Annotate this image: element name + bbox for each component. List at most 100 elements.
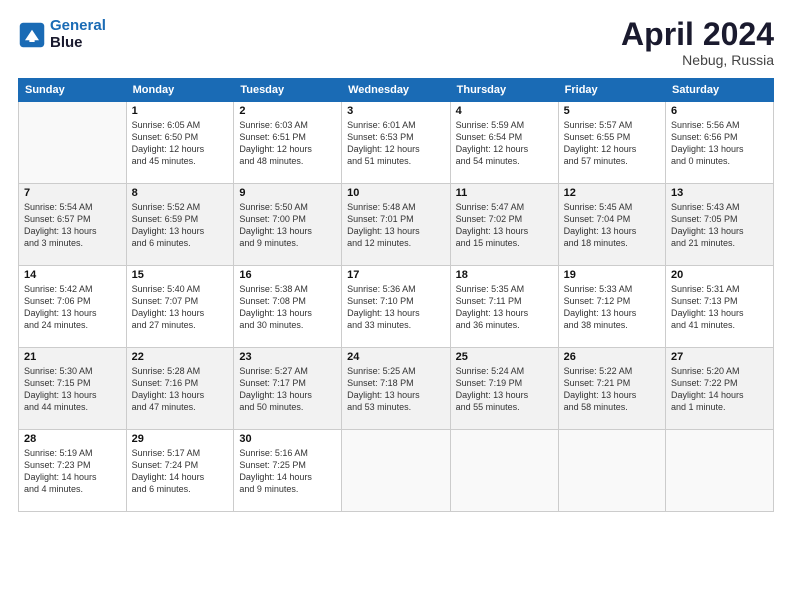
calendar-cell: 5 Sunrise: 5:57 AM Sunset: 6:55 PM Daylig… — [558, 102, 665, 184]
calendar-cell: 1Sunrise: 6:05 AM Sunset: 6:50 PM Daylig… — [126, 102, 234, 184]
weekday-header: Thursday — [450, 79, 558, 102]
day-info: Sunrise: 5:48 AM Sunset: 7:01 PM Dayligh… — [347, 201, 445, 250]
day-number: 16 — [239, 269, 336, 281]
day-number: 28 — [24, 433, 121, 445]
calendar-cell: 21 Sunrise: 5:30 AM Sunset: 7:15 PM Dayli… — [19, 348, 127, 430]
calendar-cell: 20Sunrise: 5:31 AM Sunset: 7:13 PM Dayli… — [666, 266, 774, 348]
logo-text: General Blue — [50, 18, 106, 51]
day-number: 27 — [671, 351, 768, 363]
day-number: 14 — [24, 269, 121, 281]
day-number: 25 — [456, 351, 553, 363]
day-info: Sunrise: 5:56 AM Sunset: 6:56 PM Dayligh… — [671, 119, 768, 168]
day-number: 2 — [239, 105, 336, 117]
calendar-table: SundayMondayTuesdayWednesdayThursdayFrid… — [18, 78, 774, 512]
title-area: April 2024 Nebug, Russia — [621, 18, 774, 68]
day-info: Sunrise: 5:36 AM Sunset: 7:10 PM Dayligh… — [347, 283, 445, 332]
month-title: April 2024 — [621, 18, 774, 50]
day-number: 19 — [564, 269, 660, 281]
calendar-week-row: 21 Sunrise: 5:30 AM Sunset: 7:15 PM Dayli… — [19, 348, 774, 430]
day-info: Sunrise: 6:01 AM Sunset: 6:53 PM Dayligh… — [347, 119, 445, 168]
calendar-cell: 7 Sunrise: 5:54 AM Sunset: 6:57 PM Daylig… — [19, 184, 127, 266]
day-number: 21 — [24, 351, 121, 363]
calendar-cell: 16 Sunrise: 5:38 AM Sunset: 7:08 PM Dayli… — [234, 266, 342, 348]
day-number: 18 — [456, 269, 553, 281]
calendar-cell — [342, 430, 451, 512]
day-info: Sunrise: 5:54 AM Sunset: 6:57 PM Dayligh… — [24, 201, 121, 250]
calendar-cell: 13Sunrise: 5:43 AM Sunset: 7:05 PM Dayli… — [666, 184, 774, 266]
weekday-header: Sunday — [19, 79, 127, 102]
calendar-cell: 8Sunrise: 5:52 AM Sunset: 6:59 PM Daylig… — [126, 184, 234, 266]
weekday-header: Wednesday — [342, 79, 451, 102]
calendar-cell: 19 Sunrise: 5:33 AM Sunset: 7:12 PM Dayli… — [558, 266, 665, 348]
day-info: Sunrise: 5:22 AM Sunset: 7:21 PM Dayligh… — [564, 365, 660, 414]
logo-general: General — [50, 17, 106, 34]
calendar-cell: 30 Sunrise: 5:16 AM Sunset: 7:25 PM Dayli… — [234, 430, 342, 512]
day-info: Sunrise: 5:25 AM Sunset: 7:18 PM Dayligh… — [347, 365, 445, 414]
calendar-cell — [666, 430, 774, 512]
day-number: 17 — [347, 269, 445, 281]
calendar-cell: 9Sunrise: 5:50 AM Sunset: 7:00 PM Daylig… — [234, 184, 342, 266]
day-info: Sunrise: 5:17 AM Sunset: 7:24 PM Dayligh… — [132, 447, 229, 496]
day-info: Sunrise: 5:57 AM Sunset: 6:55 PM Dayligh… — [564, 119, 660, 168]
day-number: 23 — [239, 351, 336, 363]
day-number: 26 — [564, 351, 660, 363]
day-number: 9 — [239, 187, 336, 199]
weekday-header-row: SundayMondayTuesdayWednesdayThursdayFrid… — [19, 79, 774, 102]
day-info: Sunrise: 5:45 AM Sunset: 7:04 PM Dayligh… — [564, 201, 660, 250]
calendar-cell: 25 Sunrise: 5:24 AM Sunset: 7:19 PM Dayli… — [450, 348, 558, 430]
calendar-cell: 4 Sunrise: 5:59 AM Sunset: 6:54 PM Daylig… — [450, 102, 558, 184]
calendar-cell: 2 Sunrise: 6:03 AM Sunset: 6:51 PM Daylig… — [234, 102, 342, 184]
calendar-cell — [19, 102, 127, 184]
day-number: 30 — [239, 433, 336, 445]
day-number: 6 — [671, 105, 768, 117]
day-info: Sunrise: 5:30 AM Sunset: 7:15 PM Dayligh… — [24, 365, 121, 414]
calendar-cell: 22Sunrise: 5:28 AM Sunset: 7:16 PM Dayli… — [126, 348, 234, 430]
day-info: Sunrise: 5:42 AM Sunset: 7:06 PM Dayligh… — [24, 283, 121, 332]
day-info: Sunrise: 5:19 AM Sunset: 7:23 PM Dayligh… — [24, 447, 121, 496]
header: General Blue April 2024 Nebug, Russia — [18, 18, 774, 68]
day-number: 12 — [564, 187, 660, 199]
day-info: Sunrise: 5:20 AM Sunset: 7:22 PM Dayligh… — [671, 365, 768, 414]
calendar-week-row: 28 Sunrise: 5:19 AM Sunset: 7:23 PM Dayli… — [19, 430, 774, 512]
day-number: 7 — [24, 187, 121, 199]
day-number: 4 — [456, 105, 553, 117]
weekday-header: Friday — [558, 79, 665, 102]
logo-blue: Blue — [50, 34, 83, 51]
calendar-cell: 14 Sunrise: 5:42 AM Sunset: 7:06 PM Dayli… — [19, 266, 127, 348]
calendar-cell: 10Sunrise: 5:48 AM Sunset: 7:01 PM Dayli… — [342, 184, 451, 266]
calendar-week-row: 1Sunrise: 6:05 AM Sunset: 6:50 PM Daylig… — [19, 102, 774, 184]
day-info: Sunrise: 5:24 AM Sunset: 7:19 PM Dayligh… — [456, 365, 553, 414]
day-number: 13 — [671, 187, 768, 199]
calendar-cell: 28 Sunrise: 5:19 AM Sunset: 7:23 PM Dayli… — [19, 430, 127, 512]
day-info: Sunrise: 5:27 AM Sunset: 7:17 PM Dayligh… — [239, 365, 336, 414]
calendar-cell: 3 Sunrise: 6:01 AM Sunset: 6:53 PM Daylig… — [342, 102, 451, 184]
calendar-week-row: 14 Sunrise: 5:42 AM Sunset: 7:06 PM Dayli… — [19, 266, 774, 348]
calendar-cell: 12 Sunrise: 5:45 AM Sunset: 7:04 PM Dayli… — [558, 184, 665, 266]
day-info: Sunrise: 5:33 AM Sunset: 7:12 PM Dayligh… — [564, 283, 660, 332]
day-number: 3 — [347, 105, 445, 117]
calendar-cell: 26 Sunrise: 5:22 AM Sunset: 7:21 PM Dayli… — [558, 348, 665, 430]
day-number: 15 — [132, 269, 229, 281]
logo: General Blue — [18, 18, 106, 51]
day-info: Sunrise: 5:28 AM Sunset: 7:16 PM Dayligh… — [132, 365, 229, 414]
day-info: Sunrise: 6:03 AM Sunset: 6:51 PM Dayligh… — [239, 119, 336, 168]
day-number: 29 — [132, 433, 229, 445]
calendar-cell: 15 Sunrise: 5:40 AM Sunset: 7:07 PM Dayli… — [126, 266, 234, 348]
day-number: 24 — [347, 351, 445, 363]
day-info: Sunrise: 5:16 AM Sunset: 7:25 PM Dayligh… — [239, 447, 336, 496]
weekday-header: Tuesday — [234, 79, 342, 102]
calendar-cell — [558, 430, 665, 512]
day-info: Sunrise: 5:40 AM Sunset: 7:07 PM Dayligh… — [132, 283, 229, 332]
calendar-cell: 17 Sunrise: 5:36 AM Sunset: 7:10 PM Dayli… — [342, 266, 451, 348]
calendar-cell: 23 Sunrise: 5:27 AM Sunset: 7:17 PM Dayli… — [234, 348, 342, 430]
weekday-header: Saturday — [666, 79, 774, 102]
day-number: 5 — [564, 105, 660, 117]
calendar-week-row: 7 Sunrise: 5:54 AM Sunset: 6:57 PM Daylig… — [19, 184, 774, 266]
day-info: Sunrise: 5:38 AM Sunset: 7:08 PM Dayligh… — [239, 283, 336, 332]
calendar-cell: 29 Sunrise: 5:17 AM Sunset: 7:24 PM Dayli… — [126, 430, 234, 512]
weekday-header: Monday — [126, 79, 234, 102]
day-info: Sunrise: 5:59 AM Sunset: 6:54 PM Dayligh… — [456, 119, 553, 168]
calendar-cell — [450, 430, 558, 512]
day-info: Sunrise: 5:31 AM Sunset: 7:13 PM Dayligh… — [671, 283, 768, 332]
day-info: Sunrise: 5:35 AM Sunset: 7:11 PM Dayligh… — [456, 283, 553, 332]
